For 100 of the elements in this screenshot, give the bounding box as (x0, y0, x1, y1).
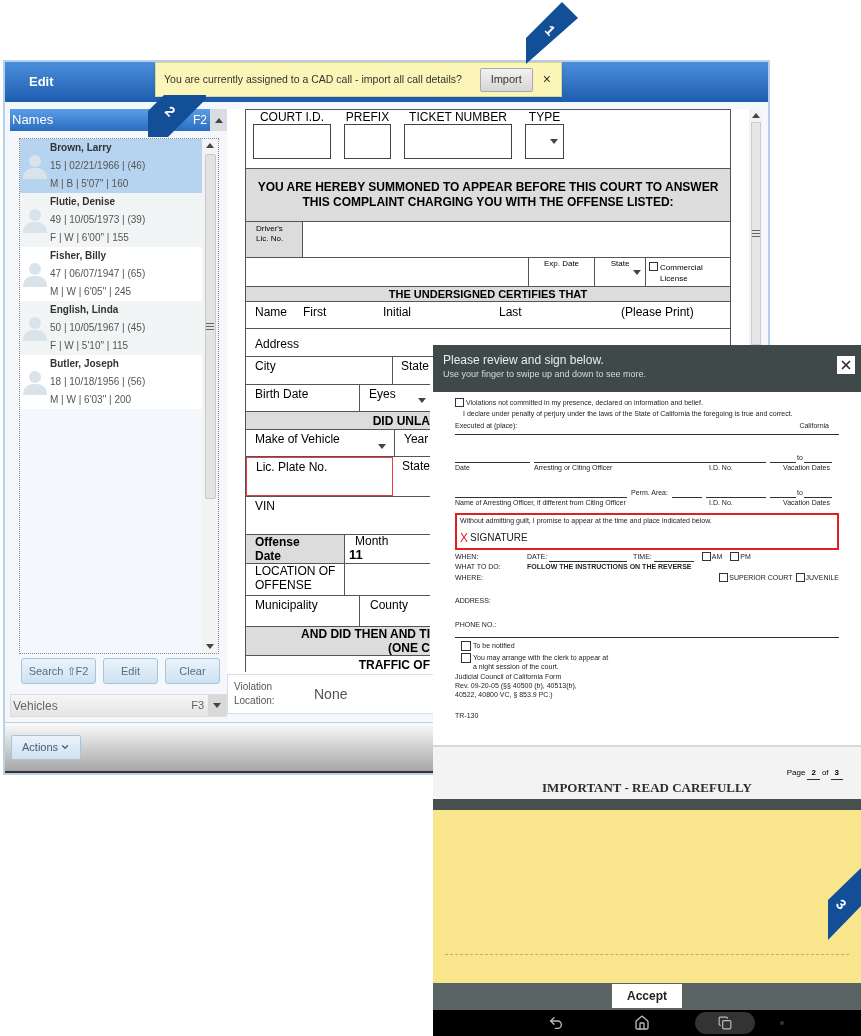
field-label: State (401, 359, 430, 373)
close-icon (839, 358, 853, 372)
summons-text: YOU ARE HEREBY SUMMONED TO APPEAR BEFORE THIS COURT TO ANSWER (257, 180, 719, 195)
checkbox[interactable] (455, 398, 464, 407)
grip-icon (751, 230, 760, 237)
field-label: Violation Location: (234, 680, 276, 708)
signature-mark: X (460, 529, 468, 547)
home-icon[interactable] (634, 1015, 650, 1031)
vehicles-panel-header[interactable]: Vehicles F3 (10, 694, 227, 717)
field-label: Last (499, 304, 522, 321)
callout-badge: 3 (828, 868, 861, 940)
panel-title: Vehicles (12, 697, 59, 715)
expand-button[interactable] (208, 695, 226, 716)
checkbox[interactable] (719, 573, 729, 583)
field-label: LOCATION OF OFFENSE (255, 564, 337, 592)
recents-icon (718, 1016, 732, 1030)
field-label: Birth Date (255, 387, 309, 401)
checkbox[interactable] (649, 262, 658, 271)
checkbox[interactable] (730, 552, 740, 562)
summons-text: THIS COMPLAINT CHARGING YOU WITH THE OFFENSE LISTED: (302, 195, 674, 210)
field-label: Month (354, 535, 389, 548)
person-name: English, Linda (50, 303, 120, 317)
checkbox[interactable] (461, 653, 471, 663)
input-field[interactable] (404, 124, 512, 159)
field-label: Driver's Lic. No. (256, 224, 285, 244)
section-heading: AND DID THEN AND TI (301, 627, 430, 641)
scroll-up-icon (751, 113, 760, 118)
person-silhouette-icon (22, 261, 48, 287)
dialog-hint: Use your finger to swipe up and down to see more. (443, 368, 648, 381)
signature-label: SIGNATURE (470, 531, 528, 545)
name-list-item[interactable]: Brown, Larry 15 | 02/21/1966 | (46) M | B | 5'07" | 160 (20, 139, 202, 193)
field-label: (Please Print) (621, 304, 694, 321)
field-label: Address (255, 337, 300, 351)
dropdown-field[interactable] (525, 124, 564, 159)
name-list-item[interactable]: Flutie, Denise 49 | 10/05/1973 | (39) F | W | 6'00" | 155 (20, 193, 202, 247)
page-number: 3 (830, 767, 843, 780)
person-name: Brown, Larry (50, 141, 113, 155)
checkbox-label: Commercial License (660, 262, 704, 284)
shortcut-label: F3 (191, 698, 205, 714)
accept-button[interactable]: Accept (612, 984, 682, 1008)
field-label: State (401, 459, 430, 473)
person-description: F | W | 6'00" | 155 (50, 231, 130, 245)
scroll-down-icon (206, 644, 214, 649)
panel-button[interactable]: Clear (165, 658, 220, 684)
field-value: 11 (349, 548, 364, 561)
section-heading: THE UNDERSIGNED CERTIFIES THAT (388, 286, 588, 302)
input-field[interactable] (344, 124, 391, 159)
field-label: State (610, 258, 630, 270)
page-label: Page (786, 767, 806, 779)
close-button[interactable] (837, 356, 855, 374)
field-label: Make of Vehicle (255, 431, 340, 448)
person-silhouette-icon (22, 369, 48, 395)
field-label: Lic. Plate No. (256, 460, 328, 474)
field-value: None (314, 684, 348, 704)
person-details: 47 | 06/07/1947 | (65) (50, 267, 146, 281)
close-button[interactable]: × (542, 69, 551, 90)
callout-badge: 1 (526, 2, 578, 64)
person-description: M | B | 5'07" | 160 (50, 177, 130, 191)
person-details: 49 | 10/05/1973 | (39) (50, 213, 146, 227)
actions-button[interactable]: Actions (11, 734, 82, 760)
import-button[interactable]: Import (479, 67, 533, 92)
section-heading: (ONE C (388, 641, 430, 655)
plate-field[interactable]: Lic. Plate No. (246, 457, 393, 496)
section-heading: TRAFFIC OF (358, 657, 430, 672)
section-heading: IMPORTANT - READ CAREFULLY (542, 780, 752, 795)
input-field[interactable] (253, 124, 331, 159)
field-label: Year (404, 432, 429, 446)
name-list-item[interactable]: Butler, Joseph 18 | 10/18/1956 | (56) M | W | 6'03" | 200 (20, 355, 202, 409)
field-label: COURT I.D. (259, 110, 325, 124)
panel-button[interactable]: Search ⇧F2 (21, 658, 96, 684)
grip-icon (206, 323, 214, 330)
collapse-button[interactable] (210, 109, 227, 131)
field-label: City (255, 359, 276, 373)
checkbox[interactable] (461, 641, 471, 651)
panel-button[interactable]: Edit (103, 658, 158, 684)
field-label: Initial (383, 304, 411, 321)
field-label: TICKET NUMBER (409, 110, 507, 124)
name-list-item[interactable]: Fisher, Billy 47 | 06/07/1947 | (65) M | W | 6'05" | 245 (20, 247, 202, 301)
person-silhouette-icon (22, 153, 48, 179)
back-icon[interactable] (548, 1015, 564, 1031)
recents-button[interactable] (695, 1012, 755, 1034)
checkbox[interactable] (795, 573, 805, 583)
shortcut-label: F2 (193, 112, 208, 129)
scrollbar[interactable] (202, 139, 218, 653)
person-name: Flutie, Denise (50, 195, 116, 209)
person-name: Fisher, Billy (50, 249, 108, 263)
person-details: 15 | 02/21/1966 | (46) (50, 159, 146, 173)
caret-icon (213, 703, 221, 708)
window-title: Edit (29, 73, 54, 92)
field-label: Municipality (255, 598, 318, 612)
name-list-item[interactable]: English, Linda 50 | 10/05/1967 | (45) F | W | 5'10" | 115 (20, 301, 202, 355)
caret-icon (633, 270, 641, 275)
scrollbar[interactable] (749, 109, 762, 345)
caret-icon (418, 398, 426, 403)
field-label: TYPE (528, 110, 561, 124)
field-label: Exp. Date (543, 258, 580, 270)
chevron-down-icon (60, 742, 71, 752)
person-details: 50 | 10/05/1967 | (45) (50, 321, 146, 335)
checkbox[interactable] (701, 552, 711, 562)
panel-title: Names (11, 111, 54, 130)
